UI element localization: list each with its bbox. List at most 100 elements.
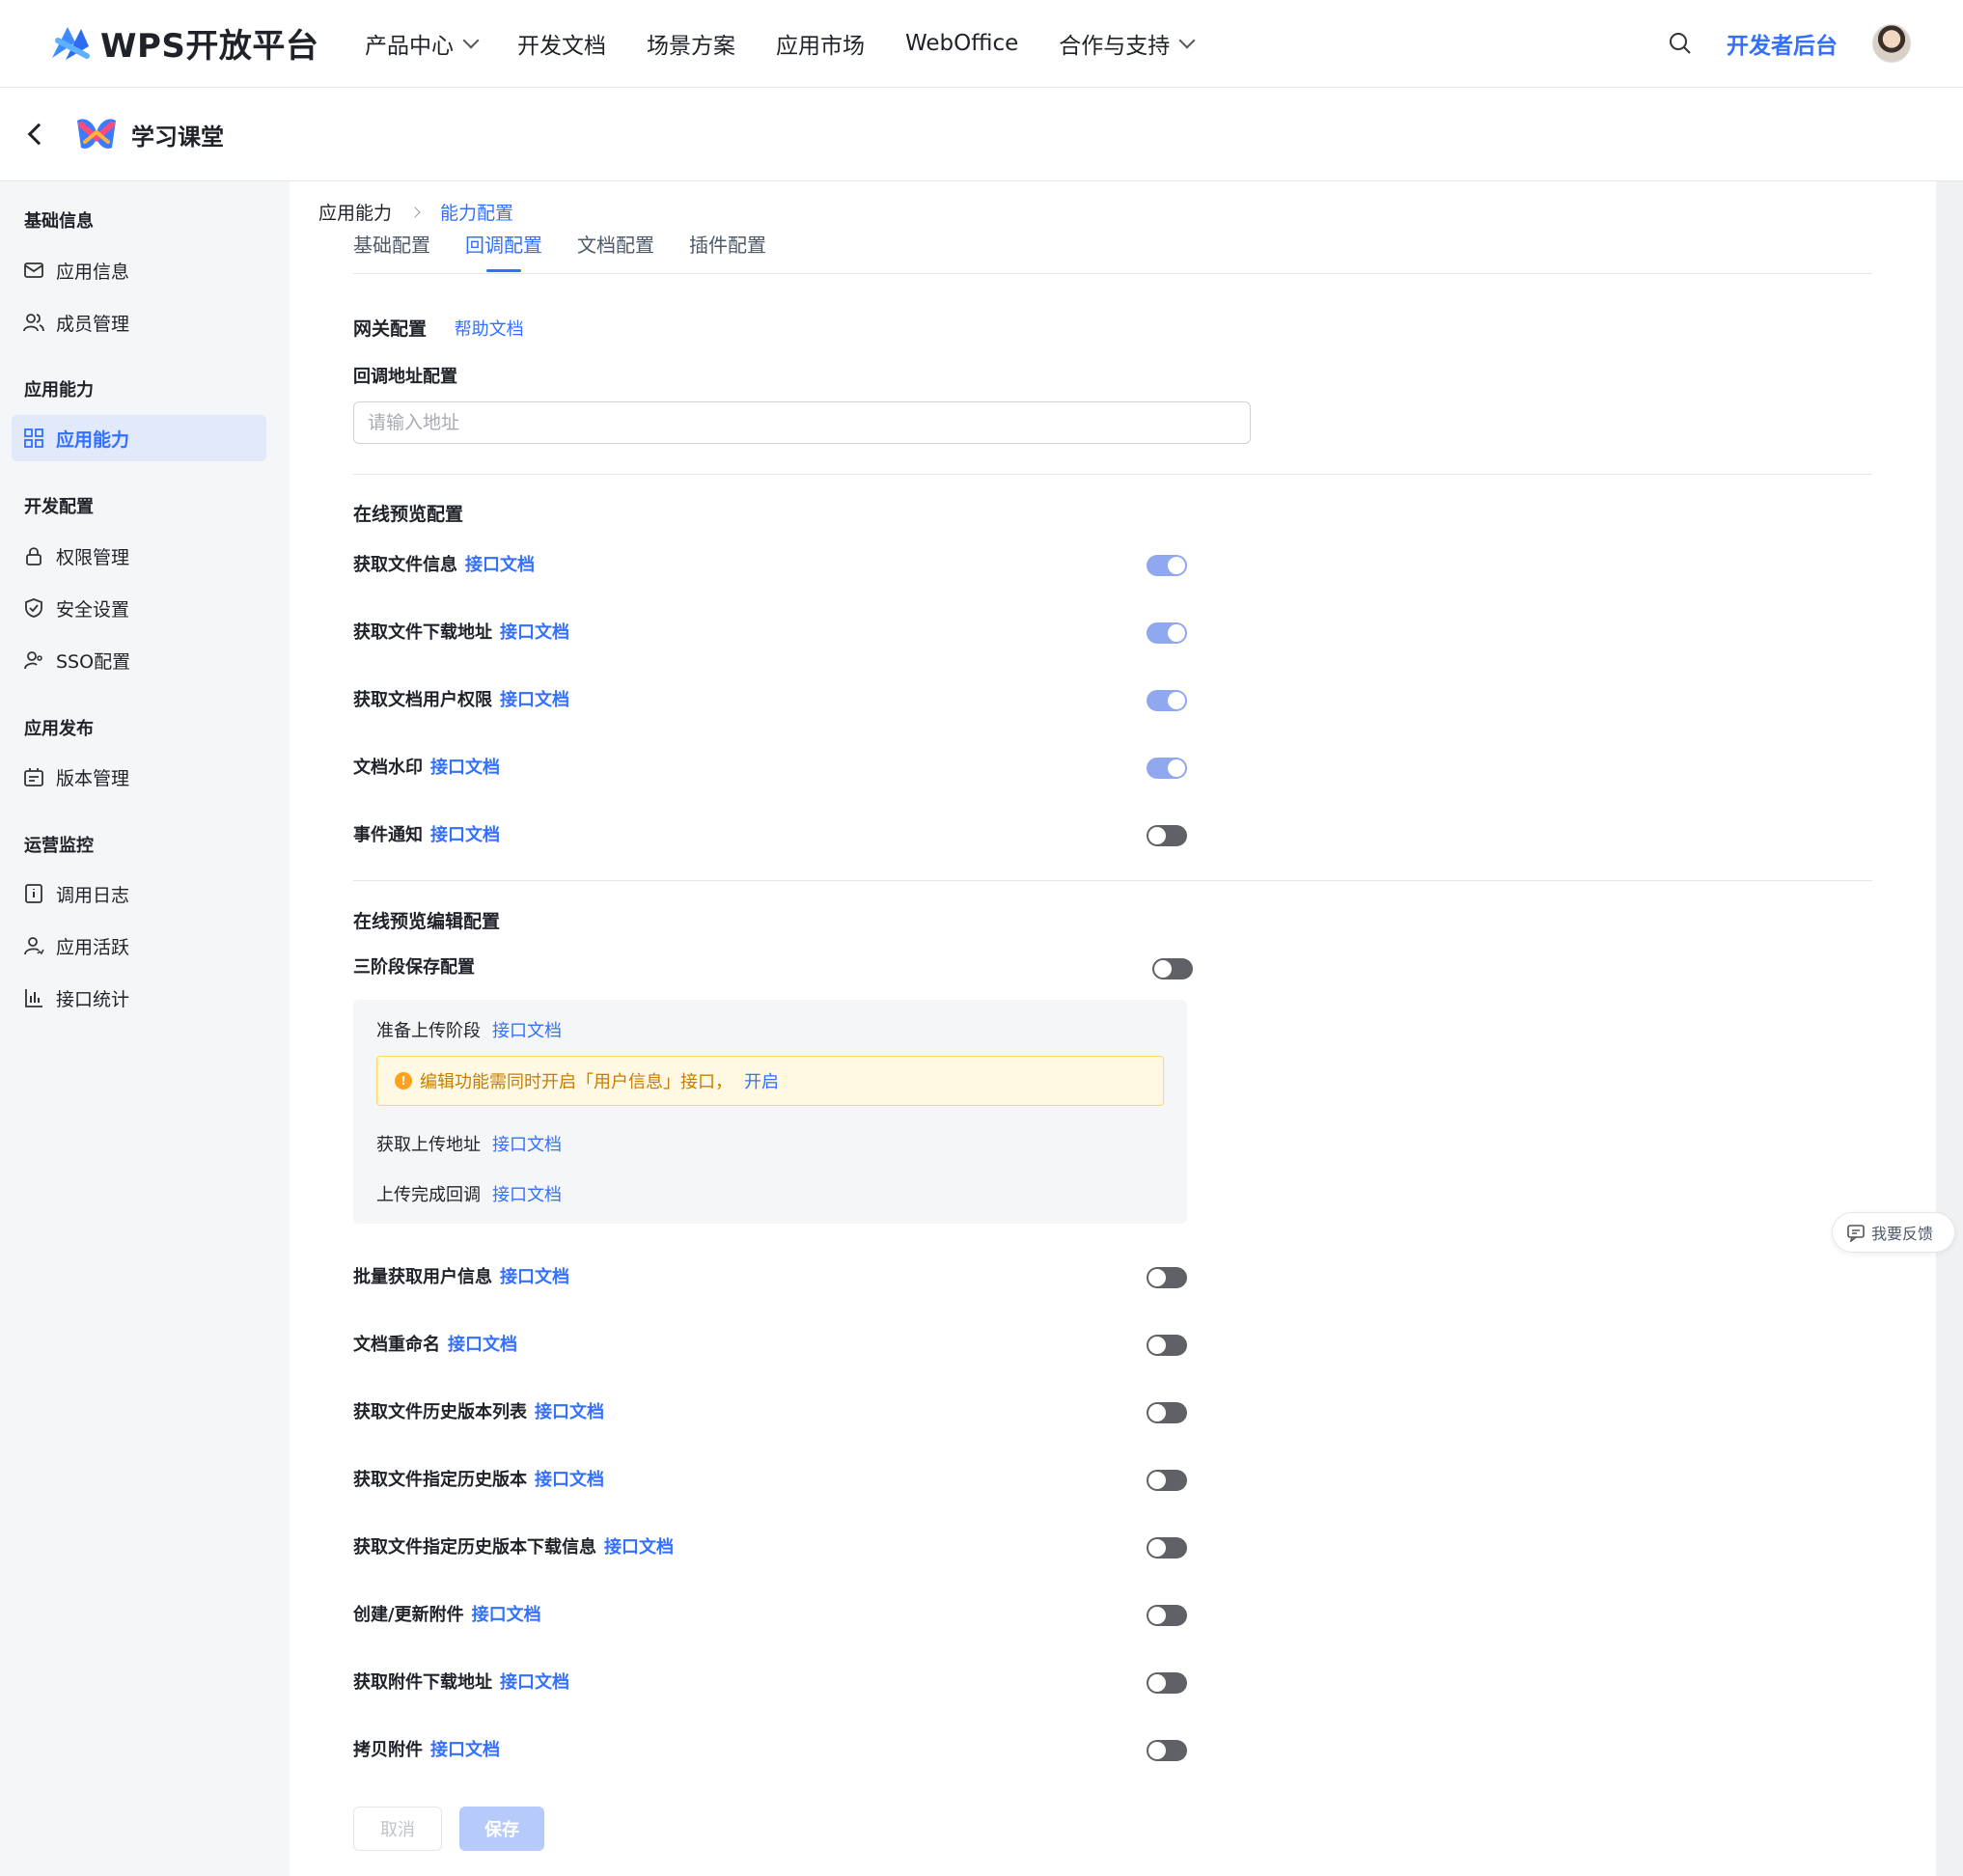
api-doc-link[interactable]: 接口文档 [448, 1331, 517, 1356]
api-doc-link[interactable]: 接口文档 [500, 686, 569, 711]
top-navbar: WPS开放平台 产品中心 开发文档 场景方案 应用市场 WebOffice 合作… [0, 0, 1963, 88]
feedback-button[interactable]: 我要反馈 [1832, 1212, 1955, 1253]
save-button[interactable]: 保存 [459, 1807, 544, 1851]
nav-partnership[interactable]: 合作与支持 [1059, 27, 1196, 60]
config-toggle[interactable] [1147, 1402, 1187, 1423]
help-doc-link[interactable]: 帮助文档 [455, 319, 524, 340]
api-doc-link[interactable]: 接口文档 [465, 551, 535, 576]
sidebar-group-basic: 基础信息 [24, 211, 94, 232]
nav-scenarios[interactable]: 场景方案 [647, 27, 735, 60]
tab-basic-config[interactable]: 基础配置 [353, 228, 430, 274]
toggle-knob [1168, 624, 1185, 642]
app-logo-icon [77, 119, 116, 149]
nav-product-center[interactable]: 产品中心 [365, 27, 480, 60]
config-toggle[interactable] [1147, 622, 1187, 644]
api-doc-link[interactable]: 接口文档 [535, 1398, 604, 1423]
api-doc-link[interactable]: 接口文档 [604, 1533, 674, 1559]
config-row: 获取附件下载地址 接口文档 [353, 1669, 569, 1694]
developer-console-link[interactable]: 开发者后台 [1727, 27, 1838, 60]
sidebar-item-members[interactable]: 成员管理 [12, 299, 266, 345]
chevron-down-icon [1178, 32, 1196, 49]
api-doc-link[interactable]: 接口文档 [500, 1263, 569, 1288]
api-doc-link[interactable]: 接口文档 [535, 1466, 604, 1491]
sidebar-item-label: 权限管理 [56, 546, 130, 568]
config-toggle[interactable] [1147, 1335, 1187, 1356]
mail-icon [24, 262, 43, 278]
tab-plugin-config[interactable]: 插件配置 [689, 228, 766, 274]
toggle-knob [1168, 557, 1185, 574]
active-user-icon [24, 937, 44, 955]
cancel-button[interactable]: 取消 [353, 1807, 442, 1851]
sidebar-item-call-log[interactable]: 调用日志 [12, 870, 266, 917]
nav-dev-docs[interactable]: 开发文档 [517, 27, 606, 60]
tab-callback-config[interactable]: 回调配置 [465, 228, 542, 274]
config-row: 获取文件历史版本列表 接口文档 [353, 1398, 604, 1423]
sidebar-item-api-stats[interactable]: 接口统计 [12, 975, 266, 1021]
sidebar-item-security[interactable]: 安全设置 [12, 585, 266, 631]
edit-section-title: 在线预览编辑配置 [353, 911, 501, 932]
sidebar-item-app-info[interactable]: 应用信息 [12, 247, 266, 293]
sidebar-item-versions[interactable]: 版本管理 [12, 754, 266, 800]
row-label: 事件通知 [353, 825, 423, 845]
api-doc-link[interactable]: 接口文档 [492, 1017, 562, 1042]
api-doc-link[interactable]: 接口文档 [430, 1736, 500, 1761]
divider [353, 880, 1872, 881]
api-doc-link[interactable]: 接口文档 [472, 1601, 541, 1626]
api-doc-link[interactable]: 接口文档 [430, 754, 500, 779]
scrollbar[interactable] [1936, 181, 1963, 1876]
breadcrumb-current: 能力配置 [440, 203, 514, 224]
three-stage-save-toggle[interactable] [1152, 958, 1193, 979]
row-label: 获取文件信息 [353, 555, 457, 575]
enable-link[interactable]: 开启 [744, 1068, 779, 1093]
sidebar-item-permissions[interactable]: 权限管理 [12, 533, 266, 579]
nav-app-market[interactable]: 应用市场 [776, 27, 865, 60]
config-toggle[interactable] [1147, 690, 1187, 711]
api-doc-link[interactable]: 接口文档 [430, 821, 500, 846]
nav-label: 产品中心 [365, 34, 454, 59]
config-toggle[interactable] [1147, 555, 1187, 576]
row-label: 获取文件指定历史版本下载信息 [353, 1537, 596, 1558]
breadcrumb-parent[interactable]: 应用能力 [318, 199, 392, 225]
config-row: 事件通知 接口文档 [353, 821, 500, 846]
config-row: 文档水印 接口文档 [353, 754, 500, 779]
back-arrow-icon[interactable] [27, 123, 50, 146]
callback-url-input[interactable] [353, 401, 1251, 444]
section-title-text: 网关配置 [353, 318, 428, 340]
wps-logo-icon [52, 26, 90, 60]
bar-chart-icon [25, 989, 42, 1007]
search-icon[interactable] [1669, 32, 1692, 55]
config-row: 获取文件指定历史版本 接口文档 [353, 1466, 604, 1491]
toggle-knob [1148, 1742, 1166, 1759]
toggle-knob [1148, 827, 1166, 844]
sidebar-group-publish: 应用发布 [24, 719, 94, 739]
config-toggle[interactable] [1147, 1267, 1187, 1288]
config-toggle[interactable] [1147, 1672, 1187, 1694]
api-doc-link[interactable]: 接口文档 [500, 1669, 569, 1694]
config-toggle[interactable] [1147, 758, 1187, 779]
wps-logo[interactable]: WPS开放平台 [48, 19, 318, 67]
api-doc-link[interactable]: 接口文档 [492, 1181, 562, 1206]
avatar[interactable] [1872, 24, 1911, 63]
config-toggle[interactable] [1147, 825, 1187, 846]
nav-label: 合作与支持 [1059, 34, 1171, 59]
sidebar-item-label: SSO配置 [56, 650, 131, 673]
toggle-knob [1148, 1269, 1166, 1286]
api-doc-link[interactable]: 接口文档 [492, 1131, 562, 1156]
config-toggle[interactable] [1147, 1740, 1187, 1761]
config-tabs: 基础配置 回调配置 文档配置 插件配置 [353, 228, 1872, 274]
sidebar-item-app-activity[interactable]: 应用活跃 [12, 923, 266, 969]
row-label: 获取文件下载地址 [353, 622, 492, 643]
row-label: 获取附件下载地址 [353, 1672, 492, 1693]
app-header: 学习课堂 [0, 88, 1963, 181]
sidebar-item-sso[interactable]: SSO配置 [12, 637, 266, 683]
sidebar-group-dev-config: 开发配置 [24, 497, 94, 517]
config-toggle[interactable] [1147, 1537, 1187, 1559]
config-toggle[interactable] [1147, 1470, 1187, 1491]
gateway-section-title: 网关配置 帮助文档 [353, 315, 524, 341]
sidebar-item-capability[interactable]: 应用能力 [12, 415, 266, 461]
nav-weboffice[interactable]: WebOffice [905, 31, 1018, 56]
tab-document-config[interactable]: 文档配置 [577, 228, 654, 274]
api-doc-link[interactable]: 接口文档 [500, 619, 569, 644]
config-toggle[interactable] [1147, 1605, 1187, 1626]
preview-section-title: 在线预览配置 [353, 504, 464, 525]
